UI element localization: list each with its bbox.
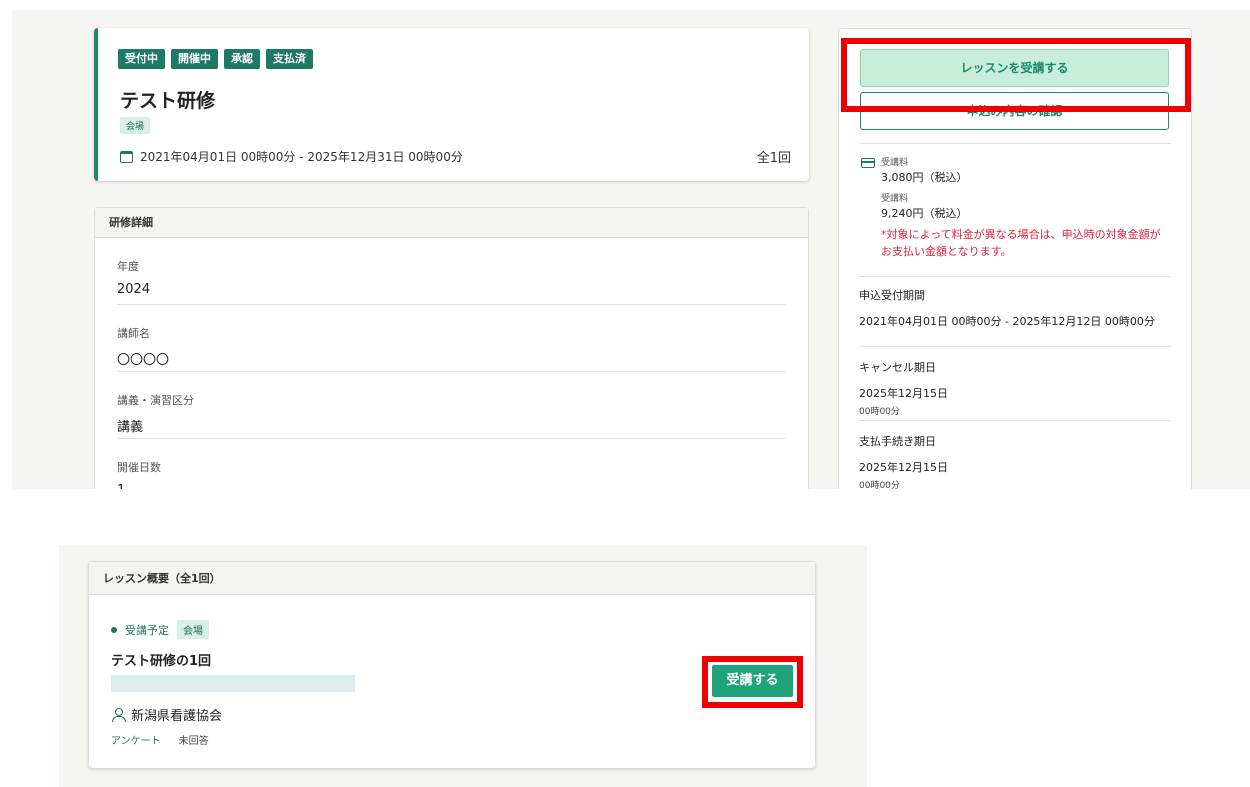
info-label: キャンセル期日	[859, 361, 936, 374]
highlight-box	[702, 656, 803, 708]
cancel-deadline: キャンセル期日 2025年12月15日 00時00分	[859, 347, 1171, 421]
field-label: 講師名	[117, 327, 150, 340]
field-instructor: 講師名 〇〇〇〇	[117, 305, 786, 372]
field-value: 1	[117, 483, 786, 489]
organization-name: 新潟県看護協会	[131, 709, 223, 724]
redacted-bar	[111, 675, 355, 692]
course-header-card: 受付中 開催中 承認 支払済 テスト研修 会場 2021年04月01日 00時0…	[94, 28, 809, 181]
field-label: 年度	[117, 260, 139, 273]
fee-section: 受講料 3,080円（税込） 受講料 9,240円（税込） *対象によって料金が…	[859, 143, 1171, 277]
info-sub: 00時00分	[859, 407, 900, 417]
survey-link[interactable]: アンケート	[111, 732, 161, 747]
status-text: 受講予定	[125, 623, 169, 637]
lesson-status: 受講予定 会場	[111, 620, 209, 639]
payment-deadline: 支払手続き期日 2025年12月15日 00時00分	[859, 421, 1171, 489]
info-value: 2025年12月15日	[859, 461, 948, 474]
course-detail-card: 研修詳細 年度 2024 講師名 〇〇〇〇 講義・演習区分 講義 開催日数 1	[94, 207, 809, 489]
fee-value: 3,080円（税込）	[881, 171, 968, 184]
fee-label: 受講料	[881, 194, 909, 204]
organization: 新潟県看護協会	[111, 705, 222, 724]
info-label: 支払手続き期日	[859, 435, 936, 448]
field-label: 講義・演習区分	[117, 394, 194, 407]
lesson-title: テスト研修の1回	[111, 654, 212, 669]
page-title: テスト研修	[120, 90, 216, 112]
course-detail-screen: 受付中 開催中 承認 支払済 テスト研修 会場 2021年04月01日 00時0…	[12, 10, 1250, 489]
session-count: 全1回	[756, 151, 791, 166]
status-badge-paid: 支払済	[266, 49, 313, 69]
info-value: 2025年12月15日	[859, 387, 948, 400]
fee-note: *対象によって料金が異なる場合は、申込時の対象金額がお支払い金額となります。	[881, 228, 1161, 258]
fee-value: 9,240円（税込）	[881, 207, 968, 220]
venue-tag: 会場	[177, 620, 209, 639]
survey-status: 未回答	[178, 736, 209, 747]
info-value: 2021年04月01日 00時00分 - 2025年12月12日 00時00分	[859, 315, 1155, 328]
field-label: 開催日数	[117, 461, 161, 474]
field-year: 年度 2024	[117, 238, 786, 305]
person-icon	[111, 707, 126, 722]
highlight-box	[841, 38, 1191, 112]
field-lecture-type: 講義・演習区分 講義	[117, 372, 786, 439]
field-value: 〇〇〇〇	[117, 353, 170, 368]
info-sub: 00時00分	[859, 481, 900, 489]
application-period: 申込受付期間 2021年04月01日 00時00分 - 2025年12月12日 …	[859, 287, 1171, 347]
status-dot-icon	[111, 626, 117, 633]
lesson-overview-heading: レッスン概要（全1回）	[89, 562, 815, 595]
period-text: 2021年04月01日 00時00分 - 2025年12月31日 00時00分	[140, 150, 463, 164]
status-badges: 受付中 開催中 承認 支払済	[118, 49, 313, 69]
credit-card-icon	[861, 158, 875, 168]
field-value: 講義	[117, 420, 144, 435]
detail-heading: 研修詳細	[95, 208, 808, 238]
survey-row: アンケート 未回答	[111, 732, 209, 747]
status-badge-accepting: 受付中	[118, 49, 165, 69]
field-days: 開催日数 1	[117, 439, 786, 489]
course-period: 2021年04月01日 00時00分 - 2025年12月31日 00時00分 …	[120, 147, 791, 166]
info-label: 申込受付期間	[859, 289, 925, 302]
calendar-icon	[120, 150, 133, 163]
field-value: 2024	[117, 282, 151, 297]
lesson-overview-screen: レッスン概要（全1回） 受講予定 会場 テスト研修の1回 新潟県看護協会 アンケ…	[59, 545, 867, 787]
fee-label: 受講料	[881, 158, 909, 168]
status-badge-in-session: 開催中	[171, 49, 218, 69]
venue-tag: 会場	[120, 117, 151, 134]
status-badge-approved: 承認	[224, 49, 260, 69]
